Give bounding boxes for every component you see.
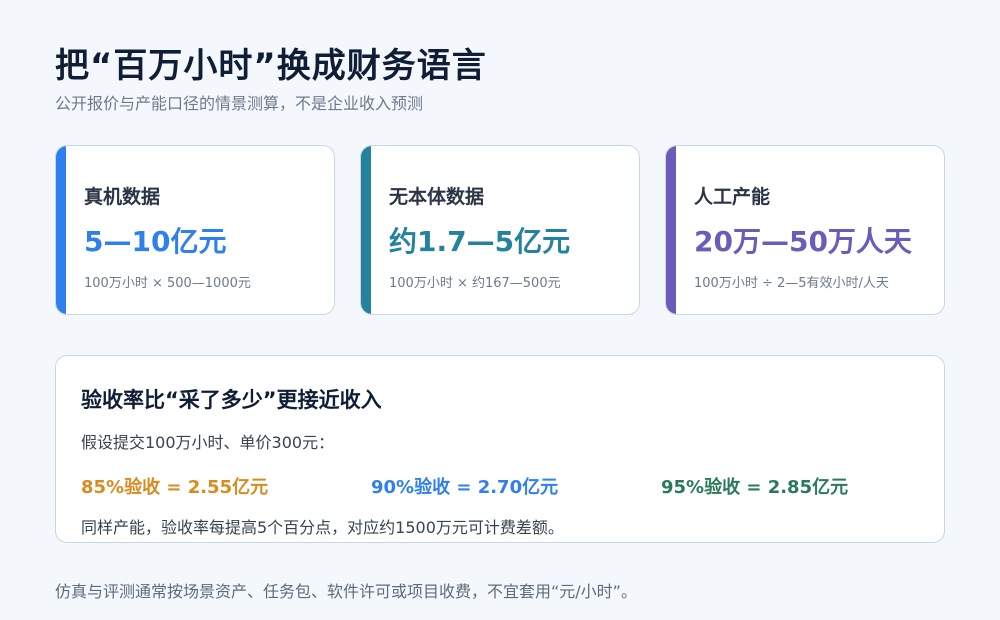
acceptance-note: 同样产能，验收率每提高5个百分点，对应约1500万元可计费差额。 <box>81 518 564 537</box>
card-title: 真机数据 <box>84 186 161 208</box>
card-value: 20万—50万人天 <box>694 225 912 258</box>
acceptance-title: 验收率比“采了多少”更接近收入 <box>81 388 382 412</box>
card-title: 人工产能 <box>694 186 771 208</box>
card-value: 约1.7—5亿元 <box>389 225 571 258</box>
card-accent-bar <box>666 146 676 314</box>
card-real-robot-data: 真机数据 5—10亿元 100万小时 × 500—1000元 <box>55 145 335 315</box>
acceptance-premise: 假设提交100万小时、单价300元： <box>81 433 335 452</box>
card-title: 无本体数据 <box>389 186 485 208</box>
scenario-90: 90%验收 = 2.70亿元 <box>371 477 559 498</box>
card-manual-capacity: 人工产能 20万—50万人天 100万小时 ÷ 2—5有效小时/人天 <box>665 145 945 315</box>
page: 把“百万小时”换成财务语言 公开报价与产能口径的情景测算，不是企业收入预测 真机… <box>0 0 1000 620</box>
card-accent-bar <box>361 146 371 314</box>
scenario-95: 95%验收 = 2.85亿元 <box>661 477 849 498</box>
scenario-85: 85%验收 = 2.55亿元 <box>81 477 269 498</box>
card-note: 100万小时 × 约167—500元 <box>389 276 561 291</box>
card-no-body-data: 无本体数据 约1.7—5亿元 100万小时 × 约167—500元 <box>360 145 640 315</box>
card-note: 100万小时 ÷ 2—5有效小时/人天 <box>694 276 889 291</box>
acceptance-panel: 验收率比“采了多少”更接近收入 假设提交100万小时、单价300元： 85%验收… <box>55 355 945 543</box>
card-note: 100万小时 × 500—1000元 <box>84 276 251 291</box>
footer-note: 仿真与评测通常按场景资产、任务包、软件许可或项目收费，不宜套用“元/小时”。 <box>55 582 637 601</box>
page-title: 把“百万小时”换成财务语言 <box>55 46 487 86</box>
page-subtitle: 公开报价与产能口径的情景测算，不是企业收入预测 <box>55 94 424 113</box>
card-accent-bar <box>56 146 66 314</box>
card-value: 5—10亿元 <box>84 225 227 258</box>
